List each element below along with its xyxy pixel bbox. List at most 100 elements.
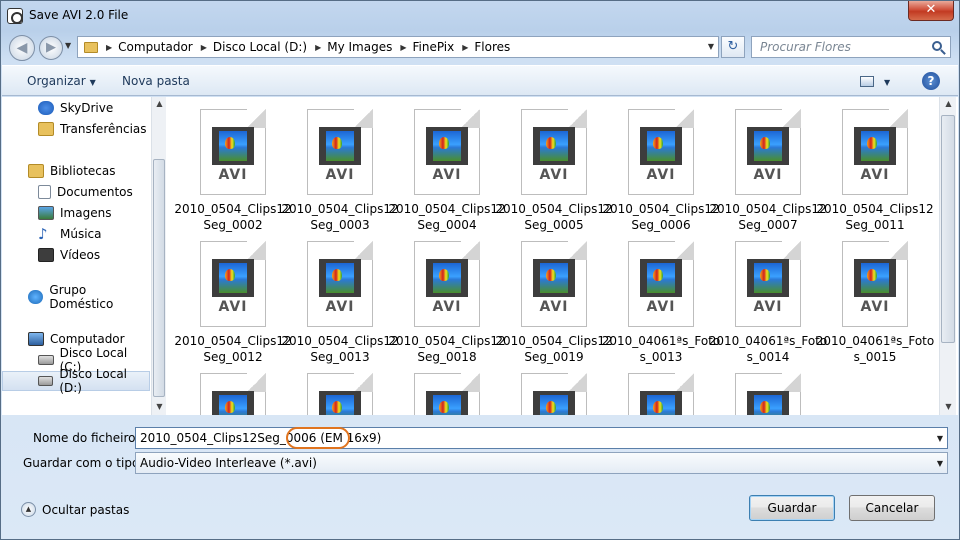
file-list-scrollbar[interactable]: ▲ ▼ (939, 97, 956, 415)
film-strip-icon (533, 127, 575, 165)
view-options-icon[interactable] (860, 76, 874, 87)
chevron-right-icon[interactable]: ▶ (315, 43, 321, 52)
back-button[interactable]: ◀ (9, 35, 35, 61)
sidebar-item-libraries[interactable]: Bibliotecas (2, 161, 150, 181)
sidebar-item-skydrive[interactable]: SkyDrive (2, 98, 150, 118)
close-button[interactable]: ✕ (908, 1, 954, 21)
sidebar-item-downloads[interactable]: Transferências (2, 119, 150, 139)
file-type-badge: AVI (753, 167, 783, 183)
folder-icon (84, 41, 98, 53)
music-icon: ♪ (38, 225, 48, 243)
page-fold (675, 373, 694, 392)
save-type-value: Audio-Video Interleave (*.avi) (140, 456, 317, 470)
balloon-thumbnail (647, 131, 675, 161)
scroll-down-icon[interactable]: ▼ (940, 402, 957, 411)
forward-arrow-icon: ▶ (46, 40, 56, 55)
file-item[interactable]: AVI 2010_04061ªs_Fotos_0013 (598, 229, 720, 364)
film-strip-icon (533, 259, 575, 297)
file-list: AVI 2010_0504_Clips12Seg_0002 AVI 2010_0504… (170, 97, 938, 415)
forward-button[interactable]: ▶ (39, 36, 63, 60)
file-type-badge: AVI (860, 167, 890, 183)
file-item[interactable]: AVI 2010_0504_Clips12Seg_0003 (277, 97, 399, 232)
sidebar-item-pictures[interactable]: Imagens (2, 203, 150, 223)
new-folder-button[interactable]: Nova pasta (122, 74, 190, 88)
file-item[interactable]: AVI 2010_0504_Clips12Seg_0006 (598, 97, 720, 232)
film-strip-icon (212, 391, 254, 415)
page-fold (889, 241, 908, 260)
balloon-thumbnail (433, 395, 461, 415)
sidebar-item-documents[interactable]: Documentos (2, 182, 150, 202)
file-item[interactable]: AVI 2010_04061ªs_Fotos_0015 (812, 229, 934, 364)
file-type-badge: AVI (539, 167, 569, 183)
chevron-down-icon[interactable]: ▼ (708, 42, 714, 51)
homegroup-icon (28, 290, 44, 304)
file-type-badge: AVI (325, 299, 355, 315)
film-strip-icon (640, 127, 682, 165)
file-item-partial[interactable]: AVI (491, 361, 591, 415)
search-input[interactable]: Procurar Flores (751, 36, 951, 58)
breadcrumb-my-images[interactable]: My Images (327, 40, 392, 54)
file-item[interactable]: AVI 2010_0504_Clips12Seg_0007 (705, 97, 827, 232)
film-strip-icon (747, 391, 789, 415)
scroll-up-icon[interactable]: ▲ (152, 99, 167, 108)
cancel-button[interactable]: Cancelar (849, 495, 935, 521)
file-item[interactable]: AVI 2010_0504_Clips12Seg_0018 (384, 229, 506, 364)
chevron-right-icon[interactable]: ▶ (462, 43, 468, 52)
chevron-right-icon[interactable]: ▶ (201, 43, 207, 52)
file-item[interactable]: AVI 2010_0504_Clips12Seg_0004 (384, 97, 506, 232)
help-icon[interactable]: ? (922, 72, 940, 90)
drive-d-icon (38, 376, 54, 386)
filename-field[interactable]: 2010_0504_Clips12Seg_0006 (EM 16x9) ▼ (135, 427, 948, 449)
file-item[interactable]: AVI 2010_0504_Clips12Seg_0012 (170, 229, 292, 364)
libraries-icon (28, 164, 44, 178)
view-caret-icon[interactable]: ▼ (884, 78, 890, 87)
chevron-right-icon[interactable]: ▶ (400, 43, 406, 52)
balloon-thumbnail (754, 131, 782, 161)
file-item-partial[interactable]: AVI (705, 361, 805, 415)
sidebar-item-music[interactable]: ♪ Música (2, 224, 150, 244)
file-item[interactable]: AVI 2010_04061ªs_Fotos_0014 (705, 229, 827, 364)
navigation-scrollbar[interactable]: ▲ ▼ (151, 97, 166, 415)
film-strip-icon (854, 259, 896, 297)
title-bar[interactable]: Save AVI 2.0 File ✕ (1, 1, 959, 31)
file-item[interactable]: AVI 2010_0504_Clips12Seg_0002 (170, 97, 292, 232)
recent-locations-dropdown-icon[interactable]: ▼ (65, 41, 71, 50)
page-fold (782, 241, 801, 260)
breadcrumb-disco-d[interactable]: Disco Local (D:) (213, 40, 307, 54)
breadcrumb-finepix[interactable]: FinePix (412, 40, 454, 54)
file-item-partial[interactable]: AVI (277, 361, 377, 415)
address-bar[interactable]: ▶ Computador ▶ Disco Local (D:) ▶ My Ima… (77, 36, 719, 58)
file-item-partial[interactable]: AVI (170, 361, 270, 415)
sidebar-item-homegroup[interactable]: Grupo Doméstico (2, 283, 150, 311)
window-title: Save AVI 2.0 File (29, 8, 129, 22)
file-item-partial[interactable]: AVI (384, 361, 484, 415)
save-type-select[interactable]: Audio-Video Interleave (*.avi) ▼ (135, 452, 948, 474)
save-button[interactable]: Guardar (749, 495, 835, 521)
scrollbar-thumb[interactable] (941, 115, 955, 343)
scroll-down-icon[interactable]: ▼ (152, 402, 167, 411)
file-item[interactable]: AVI 2010_0504_Clips12Seg_0005 (491, 97, 613, 232)
refresh-button[interactable]: ↻ (721, 36, 745, 58)
sidebar-item-drive-d[interactable]: Disco Local (D:) (2, 367, 150, 395)
chevron-down-icon[interactable]: ▼ (937, 434, 943, 443)
page-fold (461, 109, 480, 128)
film-strip-icon (426, 259, 468, 297)
film-strip-icon (533, 391, 575, 415)
search-icon[interactable] (932, 41, 942, 51)
hide-folders-toggle[interactable]: ▲ Ocultar pastas (21, 502, 129, 517)
file-type-badge: AVI (646, 167, 676, 183)
file-item-partial[interactable]: AVI (598, 361, 698, 415)
file-item[interactable]: AVI 2010_0504_Clips12Seg_0013 (277, 229, 399, 364)
sidebar-item-label: Transferências (60, 122, 147, 136)
scroll-up-icon[interactable]: ▲ (940, 99, 957, 108)
file-item[interactable]: AVI 2010_0504_Clips12Seg_0019 (491, 229, 613, 364)
breadcrumb-computador[interactable]: Computador (118, 40, 193, 54)
file-item[interactable]: AVI 2010_0504_Clips12Seg_0011 (812, 97, 934, 232)
chevron-right-icon[interactable]: ▶ (106, 43, 112, 52)
sidebar-item-videos[interactable]: Vídeos (2, 245, 150, 265)
content-area: SkyDrive Transferências Bibliotecas Docu… (2, 97, 958, 415)
chevron-down-icon[interactable]: ▼ (937, 459, 943, 468)
scrollbar-thumb[interactable] (153, 159, 165, 397)
breadcrumb-flores[interactable]: Flores (474, 40, 510, 54)
organize-menu-button[interactable]: Organizar ▼ (27, 74, 96, 88)
